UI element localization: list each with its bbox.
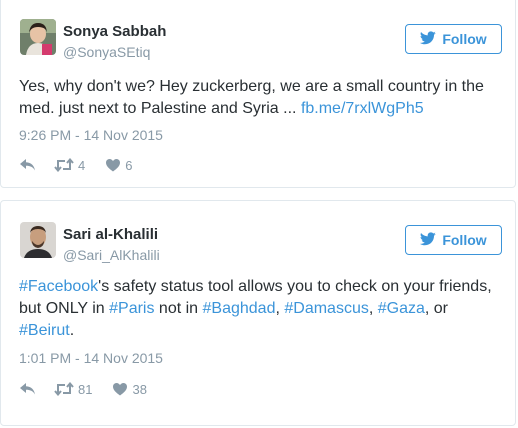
reply-button[interactable] xyxy=(19,382,37,396)
twitter-bird-icon xyxy=(420,30,437,48)
tweet-timestamp[interactable]: 1:01 PM - 14 Nov 2015 xyxy=(19,350,163,366)
retweet-count: 81 xyxy=(78,381,93,397)
author-name[interactable]: Sari al-Khalili xyxy=(63,226,158,243)
follow-button[interactable]: Follow xyxy=(405,24,502,54)
tweet-card: Sonya Sabbah @SonyaSEtiq Follow Yes, why… xyxy=(0,0,516,188)
like-button[interactable]: 6 xyxy=(105,158,132,173)
hashtag-facebook[interactable]: #Facebook xyxy=(19,278,98,295)
tweet-timestamp[interactable]: 9:26 PM - 14 Nov 2015 xyxy=(19,127,163,143)
retweet-button[interactable]: 81 xyxy=(54,382,92,397)
reply-button[interactable] xyxy=(19,158,37,172)
author-handle[interactable]: @Sari_AlKhalili xyxy=(63,247,160,263)
retweet-icon xyxy=(54,382,74,396)
follow-label: Follow xyxy=(442,232,487,248)
retweet-icon xyxy=(54,158,74,172)
tweet-text-part: , xyxy=(368,300,378,317)
hashtag-beirut[interactable]: #Beirut xyxy=(19,322,70,339)
heart-icon xyxy=(105,158,121,172)
reply-icon xyxy=(19,382,37,396)
hashtag-gaza[interactable]: #Gaza xyxy=(378,300,425,317)
tweet-link[interactable]: fb.me/7rxlWgPh5 xyxy=(301,100,424,117)
heart-icon xyxy=(112,382,128,396)
hashtag-baghdad[interactable]: #Baghdad xyxy=(203,300,276,317)
like-count: 6 xyxy=(125,157,133,173)
avatar[interactable] xyxy=(20,19,56,55)
hashtag-paris[interactable]: #Paris xyxy=(109,300,154,317)
retweet-button[interactable]: 4 xyxy=(54,158,85,173)
tweet-card: Sari al-Khalili @Sari_AlKhalili Follow #… xyxy=(0,200,516,426)
like-count: 38 xyxy=(132,381,147,397)
twitter-bird-icon xyxy=(420,231,437,249)
tweet-text-part: , or xyxy=(424,300,449,317)
like-button[interactable]: 38 xyxy=(112,381,147,397)
reply-icon xyxy=(19,158,37,172)
author-handle[interactable]: @SonyaSEtiq xyxy=(63,44,150,60)
author-name[interactable]: Sonya Sabbah xyxy=(63,23,166,40)
hashtag-damascus[interactable]: #Damascus xyxy=(284,300,368,317)
tweet-text-part: not in xyxy=(154,300,203,317)
tweet-actions: 4 6 xyxy=(19,156,132,174)
retweet-count: 4 xyxy=(78,157,86,173)
follow-label: Follow xyxy=(442,31,487,47)
tweet-text-part: . xyxy=(69,322,75,339)
follow-button[interactable]: Follow xyxy=(405,225,502,255)
tweet-text: Yes, why don't we? Hey zuckerberg, we ar… xyxy=(19,76,507,120)
tweet-actions: 81 38 xyxy=(19,380,147,398)
tweet-text: #Facebook's safety status tool allows yo… xyxy=(19,276,507,342)
avatar[interactable] xyxy=(20,222,56,258)
